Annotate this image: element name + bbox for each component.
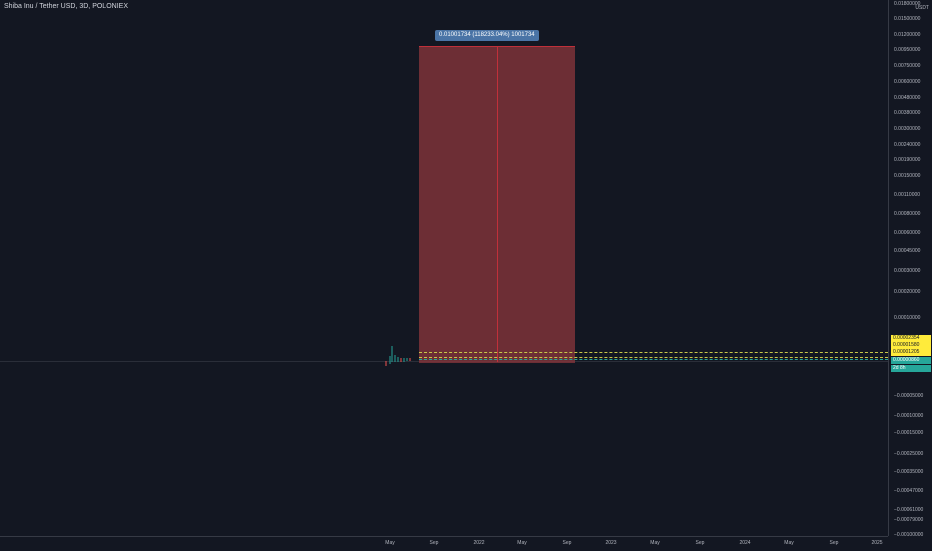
price-tick: −0.00047000 [894, 488, 924, 494]
price-tick: −0.00061000 [894, 507, 924, 513]
time-tick: 2025 [871, 540, 883, 546]
price-tick: −0.00010000 [894, 413, 924, 419]
candles-svg [385, 346, 411, 366]
price-tick: −0.00005000 [894, 393, 924, 399]
time-tick: 2023 [605, 540, 617, 546]
time-tick: Sep [695, 540, 705, 546]
price-tick: 0.00950000 [894, 47, 921, 53]
price-axis[interactable]: USDT 0.01800000 0.01500000 0.01200000 0.00… [888, 0, 932, 538]
price-tick: 0.00030000 [894, 268, 921, 274]
time-tick: May [650, 540, 660, 546]
time-tick: May [784, 540, 794, 546]
price-tag: 0.00001205 [891, 349, 931, 356]
price-tick: 0.00480000 [894, 95, 921, 101]
time-tick: 2022 [473, 540, 485, 546]
chart-area[interactable]: Shiba Inu / Tether USD, 3D, POLONIEX 0.0… [0, 0, 888, 536]
price-tick: −0.00035000 [894, 469, 924, 475]
price-tick: 0.00750000 [894, 63, 921, 69]
price-tick: 0.00150000 [894, 173, 921, 179]
time-tick: 2024 [739, 540, 751, 546]
price-tick: 0.00020000 [894, 289, 921, 295]
time-tick: Sep [829, 540, 839, 546]
price-tick: 0.00110000 [894, 192, 921, 198]
price-tick: 0.00190000 [894, 157, 921, 163]
price-tick: 0.00045000 [894, 248, 921, 254]
price-tick: 0.00380000 [894, 110, 921, 116]
price-tick: 0.00240000 [894, 142, 921, 148]
price-tick: 0.01200000 [894, 32, 921, 38]
price-tick: −0.00025000 [894, 451, 924, 457]
price-tick: 0.00080000 [894, 211, 921, 217]
time-axis[interactable]: May Sep 2022 May Sep 2023 May Sep 2024 May Sep 2025 [0, 536, 888, 551]
price-tag: 0.00000860 [891, 357, 931, 364]
time-tick: Sep [429, 540, 439, 546]
price-tick: 0.00600000 [894, 79, 921, 85]
time-tick: Sep [562, 540, 572, 546]
price-tick: −0.00100000 [894, 532, 924, 538]
price-tick: −0.00015000 [894, 430, 924, 436]
price-tick: 0.01500000 [894, 16, 921, 22]
bar-countdown: 2d 8h [891, 365, 931, 372]
price-tick: 0.00300000 [894, 126, 921, 132]
price-tag: 0.00002354 [891, 335, 931, 342]
price-tick: −0.00079000 [894, 517, 924, 523]
time-tick: May [517, 540, 527, 546]
price-tick: 0.00010000 [894, 315, 921, 321]
price-tick: 0.00060000 [894, 230, 921, 236]
price-tick: 0.01800000 [894, 1, 921, 7]
time-tick: May [385, 540, 395, 546]
price-tag: 0.00001580 [891, 342, 931, 349]
